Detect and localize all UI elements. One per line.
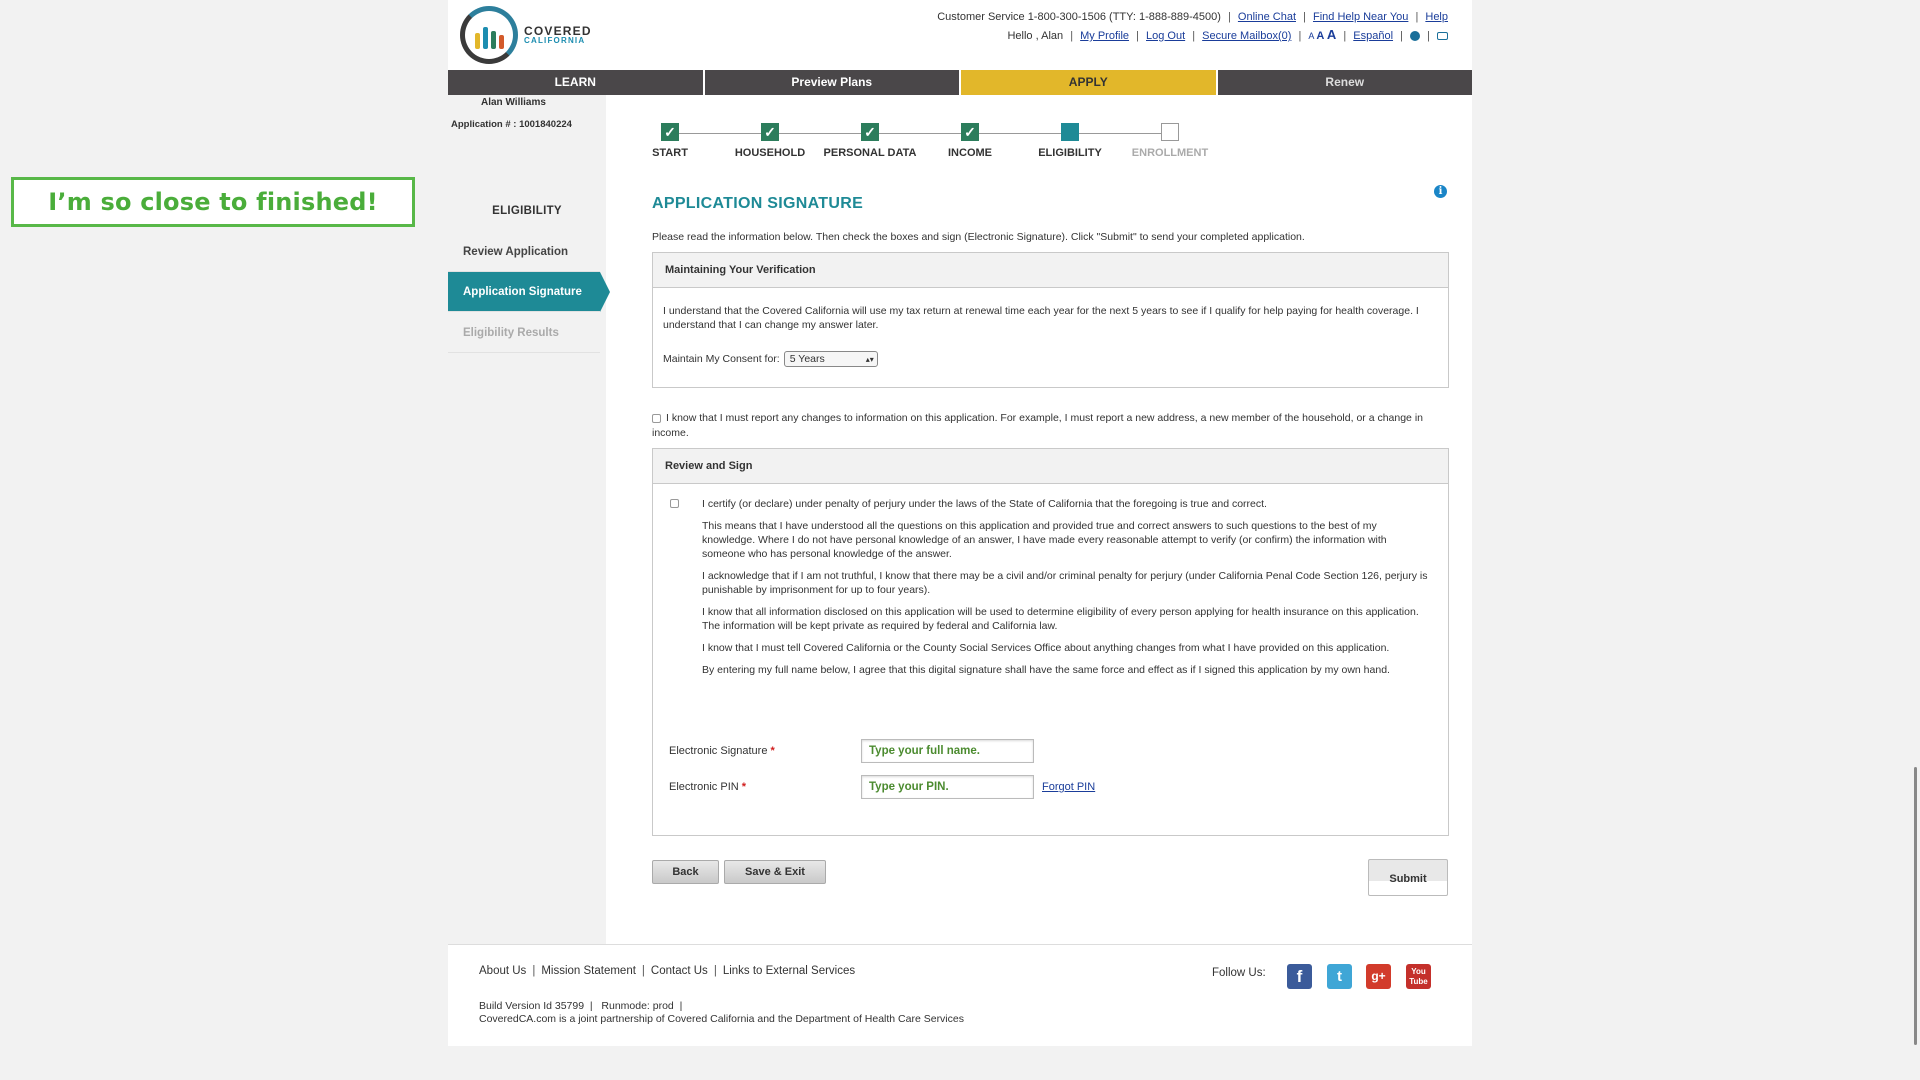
review-sign-heading: Review and Sign bbox=[653, 449, 1448, 484]
sidebar: Alan Williams Application # : 1001840224… bbox=[448, 95, 610, 945]
certification-paragraph: I know that I must tell Covered Californ… bbox=[702, 642, 1390, 654]
certification-paragraph: This means that I have understood all th… bbox=[702, 520, 1387, 560]
step-personal-data: ✓ PERSONAL DATA bbox=[823, 123, 917, 159]
annotation-text: I’m so close to finished! bbox=[48, 188, 378, 216]
forgot-pin-link[interactable]: Forgot PIN bbox=[1042, 781, 1095, 793]
required-mark: * bbox=[770, 745, 775, 757]
required-mark: * bbox=[741, 781, 746, 793]
secure-mailbox-link[interactable]: Secure Mailbox(0) bbox=[1202, 30, 1291, 42]
build-info: Build Version Id 35799 | Runmode: prod |… bbox=[479, 1000, 964, 1026]
customer-service-text: Customer Service 1-800-300-1506 (TTY: 1-… bbox=[937, 11, 1221, 23]
verification-panel: Maintaining Your Verification I understa… bbox=[652, 252, 1449, 388]
signature-row: Electronic Signature * bbox=[669, 739, 1034, 763]
covered-california-logo[interactable]: COVERED CALIFORNIA bbox=[460, 6, 592, 64]
online-chat-link[interactable]: Online Chat bbox=[1238, 11, 1296, 23]
nav-tab-renew[interactable]: Renew bbox=[1217, 70, 1472, 95]
verification-text: I understand that the Covered California… bbox=[663, 305, 1419, 331]
consent-row: Maintain My Consent for: 5 Years ▴▾ bbox=[663, 351, 878, 367]
user-name: Alan Williams bbox=[481, 97, 546, 108]
info-icon[interactable]: i bbox=[1434, 185, 1447, 198]
application-number: Application # : 1001840224 bbox=[451, 119, 572, 130]
review-sign-panel: Review and Sign I certify (or declare) u… bbox=[652, 448, 1449, 836]
partnership-text: CoveredCA.com is a joint partnership of … bbox=[479, 1013, 964, 1025]
intro-text: Please read the information below. Then … bbox=[652, 231, 1305, 243]
current-step-icon bbox=[1061, 123, 1079, 141]
electronic-pin-input[interactable] bbox=[861, 775, 1034, 799]
progress-tracker: ✓ START ✓ HOUSEHOLD ✓ PERSONAL DATA ✓ IN… bbox=[652, 123, 1212, 163]
pin-row: Electronic PIN* Forgot PIN bbox=[669, 775, 1095, 799]
nav-tab-preview-plans[interactable]: Preview Plans bbox=[704, 70, 961, 95]
step-income: ✓ INCOME bbox=[948, 123, 992, 159]
certification-paragraph: By entering my full name below, I agree … bbox=[702, 664, 1390, 676]
about-us-link[interactable]: About Us bbox=[479, 965, 526, 977]
log-out-link[interactable]: Log Out bbox=[1146, 30, 1185, 42]
report-changes-text: I know that I must report any changes to… bbox=[652, 412, 1423, 439]
report-changes-checkbox[interactable] bbox=[652, 413, 661, 423]
pin-label: Electronic PIN bbox=[669, 781, 739, 793]
signature-label: Electronic Signature bbox=[669, 745, 768, 757]
electronic-signature-input[interactable] bbox=[861, 739, 1034, 763]
sidebar-item-application-signature[interactable]: Application Signature bbox=[448, 272, 610, 312]
select-arrows-icon: ▴▾ bbox=[865, 355, 874, 364]
greeting-text: Hello , Alan bbox=[1007, 30, 1064, 42]
check-icon: ✓ bbox=[761, 123, 779, 141]
header-links: Customer Service 1-800-300-1506 (TTY: 1-… bbox=[937, 11, 1448, 42]
submit-button[interactable]: Submit bbox=[1368, 859, 1448, 896]
check-icon: ✓ bbox=[861, 123, 879, 141]
footer-links: About Us | Mission Statement | Contact Us | Li… bbox=[479, 965, 856, 977]
google-plus-icon[interactable]: g+ bbox=[1366, 964, 1391, 989]
certification-paragraph: I acknowledge that if I am not truthful,… bbox=[702, 570, 1428, 596]
contact-us-link[interactable]: Contact Us bbox=[651, 965, 708, 977]
page: COVERED CALIFORNIA Customer Service 1-80… bbox=[448, 0, 1917, 1046]
main-nav: LEARN Preview Plans APPLY Renew bbox=[448, 70, 1472, 95]
check-icon: ✓ bbox=[661, 123, 679, 141]
certify-checkbox[interactable] bbox=[670, 499, 679, 508]
check-icon: ✓ bbox=[961, 123, 979, 141]
verification-heading: Maintaining Your Verification bbox=[653, 253, 1448, 288]
find-help-link[interactable]: Find Help Near You bbox=[1313, 11, 1408, 23]
footer: About Us | Mission Statement | Contact Us | Li… bbox=[448, 944, 1472, 1046]
header: COVERED CALIFORNIA Customer Service 1-80… bbox=[448, 0, 1472, 70]
sidebar-title: ELIGIBILITY bbox=[492, 205, 562, 217]
page-title: APPLICATION SIGNATURE bbox=[652, 195, 864, 212]
step-eligibility: ELIGIBILITY bbox=[1020, 123, 1120, 159]
globe-icon[interactable] bbox=[1410, 31, 1421, 42]
sidebar-item-eligibility-results: Eligibility Results bbox=[448, 313, 600, 353]
nav-tab-learn[interactable]: LEARN bbox=[448, 70, 705, 95]
step-enrollment: ENROLLMENT bbox=[1120, 123, 1220, 159]
print-icon[interactable] bbox=[1437, 32, 1448, 41]
step-start: ✓ START bbox=[652, 123, 688, 159]
back-button[interactable]: Back bbox=[652, 860, 719, 884]
certification-text: I certify (or declare) under penalty of … bbox=[702, 497, 1432, 685]
mission-statement-link[interactable]: Mission Statement bbox=[541, 965, 636, 977]
certify-statement: I certify (or declare) under penalty of … bbox=[702, 498, 1267, 510]
consent-label: Maintain My Consent for: bbox=[663, 353, 780, 365]
sidebar-item-review-application[interactable]: Review Application bbox=[448, 232, 600, 272]
logo-text-california: CALIFORNIA bbox=[524, 36, 586, 46]
certification-paragraph: I know that all information disclosed on… bbox=[702, 606, 1419, 632]
consent-duration-select[interactable]: 5 Years ▴▾ bbox=[783, 351, 878, 367]
annotation-note: I’m so close to finished! bbox=[11, 177, 415, 227]
empty-step-icon bbox=[1161, 123, 1179, 141]
nav-tab-apply[interactable]: APPLY bbox=[961, 70, 1218, 95]
facebook-icon[interactable]: f bbox=[1287, 964, 1312, 989]
external-services-link[interactable]: Links to External Services bbox=[723, 965, 855, 977]
text-size-control[interactable]: A A A bbox=[1308, 27, 1336, 42]
logo-mark-icon bbox=[460, 6, 518, 64]
espanol-link[interactable]: Español bbox=[1353, 30, 1393, 42]
save-exit-button[interactable]: Save & Exit bbox=[724, 860, 826, 884]
scrollbar[interactable] bbox=[1914, 767, 1917, 1045]
build-version: Build Version Id 35799 | Runmode: prod | bbox=[479, 1000, 683, 1012]
help-link[interactable]: Help bbox=[1425, 11, 1448, 23]
youtube-icon[interactable]: You Tube bbox=[1406, 964, 1431, 989]
my-profile-link[interactable]: My Profile bbox=[1080, 30, 1129, 42]
step-household: ✓ HOUSEHOLD bbox=[734, 123, 806, 159]
follow-us-label: Follow Us: bbox=[1212, 967, 1266, 979]
twitter-icon[interactable]: t bbox=[1327, 964, 1352, 989]
report-changes-row: I know that I must report any changes to… bbox=[652, 411, 1452, 441]
